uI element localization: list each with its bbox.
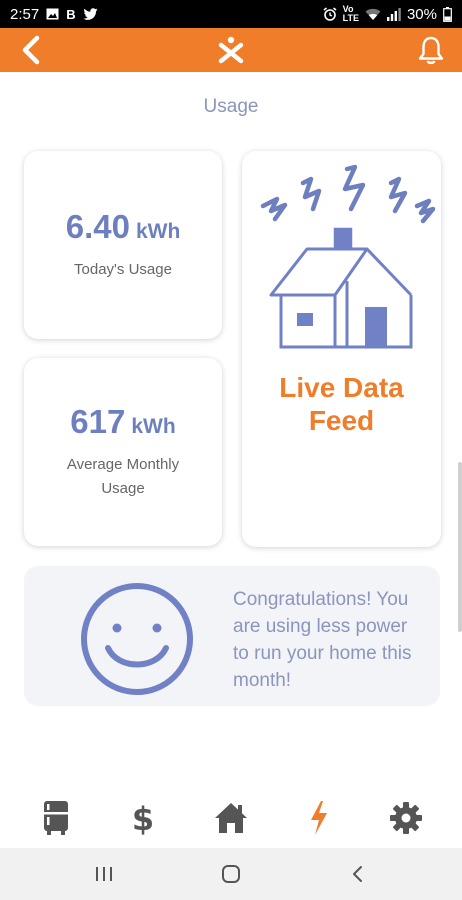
home-icon[interactable] [207, 794, 255, 842]
monthly-usage-unit: kWh [131, 415, 176, 438]
today-usage-card[interactable]: 6.40 kWh Today's Usage [24, 151, 222, 339]
congrats-message: Congratulations! You are using less powe… [233, 589, 412, 691]
monthly-usage-value-row: 617 kWh [70, 403, 175, 441]
today-usage-value-row: 6.40 kWh [66, 208, 181, 246]
bell-icon[interactable] [414, 33, 448, 67]
battery-icon [443, 6, 452, 22]
app-header [0, 28, 462, 72]
monthly-usage-card[interactable]: 617 kWh Average Monthly Usage [24, 358, 222, 546]
smiley-face-icon [81, 583, 193, 695]
alarm-icon [323, 7, 337, 21]
b-app-icon: B [66, 6, 76, 22]
monthly-usage-value: 617 [70, 403, 126, 440]
today-usage-value: 6.40 [65, 208, 130, 245]
status-bar: 2:57 B Vo LTE 30% [0, 0, 462, 28]
recents-icon[interactable] [82, 854, 126, 894]
appliance-icon[interactable] [32, 794, 80, 842]
battery-percent: 30% [406, 5, 437, 23]
app-logo-icon [214, 33, 248, 67]
bottom-nav: $ [0, 790, 462, 846]
back-chevron-icon[interactable] [14, 33, 48, 67]
house-lightning-icon [260, 164, 435, 349]
gear-icon[interactable] [382, 794, 430, 842]
twitter-icon [82, 8, 98, 20]
live-data-feed-card[interactable]: Live Data Feed [242, 151, 441, 547]
today-usage-unit: kWh [135, 220, 181, 243]
back-icon[interactable] [336, 854, 380, 894]
image-icon [46, 8, 59, 20]
scrollbar[interactable] [458, 462, 462, 632]
congrats-panel: Congratulations! You are using less powe… [24, 566, 440, 706]
page-title: Usage [203, 96, 259, 117]
svg-text:$: $ [132, 800, 154, 836]
volte-icon: Vo LTE [342, 4, 359, 23]
wifi-icon [365, 8, 381, 21]
monthly-usage-label: Average Monthly Usage [66, 456, 180, 497]
signal-icon [386, 7, 401, 21]
lightning-icon[interactable] [295, 794, 343, 842]
today-usage-label: Today's Usage [74, 261, 172, 278]
home-circle-icon[interactable] [209, 854, 253, 894]
dollar-icon[interactable]: $ [119, 794, 167, 842]
system-nav-bar [0, 848, 462, 900]
status-time: 2:57 [10, 5, 40, 23]
live-data-feed-title: Live Data Feed [279, 372, 404, 436]
